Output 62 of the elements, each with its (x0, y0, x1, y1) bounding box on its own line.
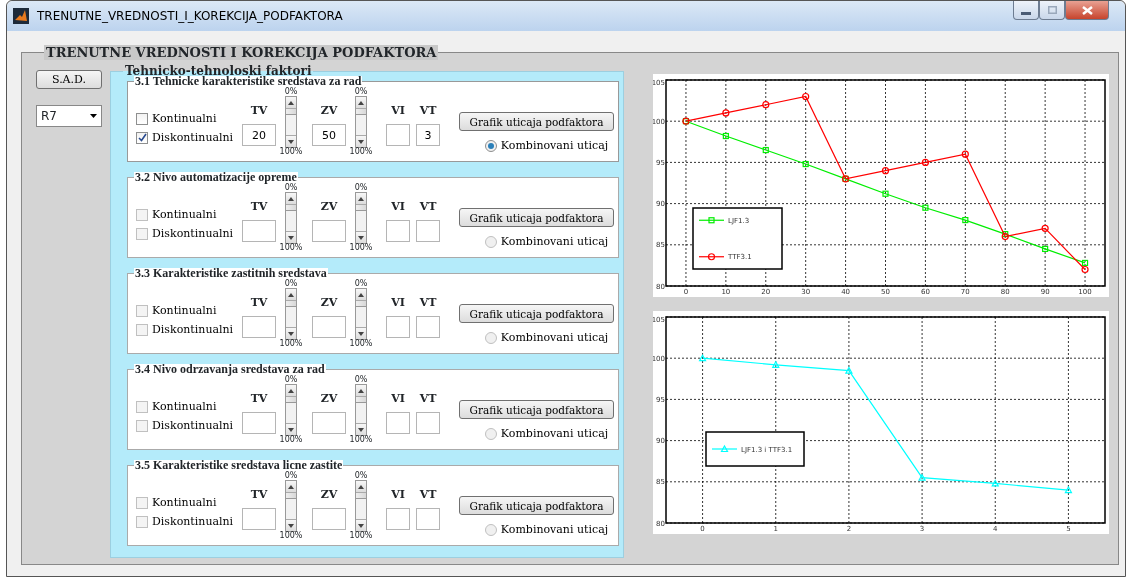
radio-label: Kombinovani uticaj (500, 523, 609, 536)
column-label: VT (419, 488, 437, 502)
checkbox-label: Kontinualni (152, 400, 217, 413)
scale-label: 100% (349, 148, 373, 156)
group-title: 3.5 Karakteristike sredstava licne zastite (134, 460, 344, 471)
scale-label: 100% (279, 148, 303, 156)
checkbox-label: Diskontinualni (152, 131, 234, 144)
column-label: TV (250, 104, 268, 118)
column-label: VI (391, 488, 405, 502)
column-label: ZV (320, 392, 338, 406)
scale-label: 0% (284, 376, 298, 384)
checkbox-label: Diskontinualni (152, 323, 234, 336)
column-label: VI (391, 104, 405, 118)
scale-label: 0% (284, 472, 298, 480)
scale-label: 0% (354, 88, 368, 96)
scale-label: 100% (279, 244, 303, 252)
column-label: VT (419, 104, 437, 118)
column-label: VT (419, 392, 437, 406)
checkbox-label: Kontinualni (152, 112, 217, 125)
column-label: VI (391, 392, 405, 406)
checkbox-label: Diskontinualni (152, 515, 234, 528)
group-title: 3.1 Tehnicke karakteristike sredstava za rad (134, 76, 363, 87)
scale-label: 100% (349, 436, 373, 444)
checkbox-label: Kontinualni (152, 208, 217, 221)
checkbox-label: Diskontinualni (152, 227, 234, 240)
column-label: ZV (320, 488, 338, 502)
checkbox-label: Diskontinualni (152, 419, 234, 432)
column-label: TV (250, 392, 268, 406)
scale-label: 100% (279, 532, 303, 540)
group-title: 3.3 Karakteristike zastitnih sredstava (134, 268, 328, 279)
column-label: ZV (320, 104, 338, 118)
column-label: ZV (320, 200, 338, 214)
column-label: VT (419, 200, 437, 214)
column-label: VT (419, 296, 437, 310)
scale-label: 0% (284, 184, 298, 192)
column-label: ZV (320, 296, 338, 310)
radio-label: Kombinovani uticaj (500, 139, 609, 152)
window-title: TRENUTNE_VREDNOSTI_I_KOREKCIJA_PODFAKTORA (37, 8, 343, 25)
column-label: VI (391, 296, 405, 310)
scale-label: 0% (354, 280, 368, 288)
scale-label: 100% (279, 340, 303, 348)
scale-label: 100% (349, 244, 373, 252)
column-label: TV (250, 296, 268, 310)
scale-label: 0% (354, 472, 368, 480)
scale-label: 0% (284, 280, 298, 288)
radio-label: Kombinovani uticaj (500, 235, 609, 248)
scale-label: 100% (349, 532, 373, 540)
panel-title: TRENUTNE VREDNOSTI I KOREKCIJA PODFAKTORA (44, 45, 439, 60)
group-title: 3.4 Nivo odrzavanja sredstava za rad (134, 364, 326, 375)
checkbox-label: Kontinualni (152, 496, 217, 509)
group-title: 3.2 Nivo automatizacije opreme (134, 172, 298, 183)
column-label: TV (250, 488, 268, 502)
scale-label: 0% (354, 184, 368, 192)
checkbox-label: Kontinualni (152, 304, 217, 317)
radio-label: Kombinovani uticaj (500, 331, 609, 344)
radio-label: Kombinovani uticaj (500, 427, 609, 440)
column-label: VI (391, 200, 405, 214)
scale-label: 100% (349, 340, 373, 348)
scale-label: 0% (284, 88, 298, 96)
scale-label: 0% (354, 376, 368, 384)
scale-label: 100% (279, 436, 303, 444)
column-label: TV (250, 200, 268, 214)
